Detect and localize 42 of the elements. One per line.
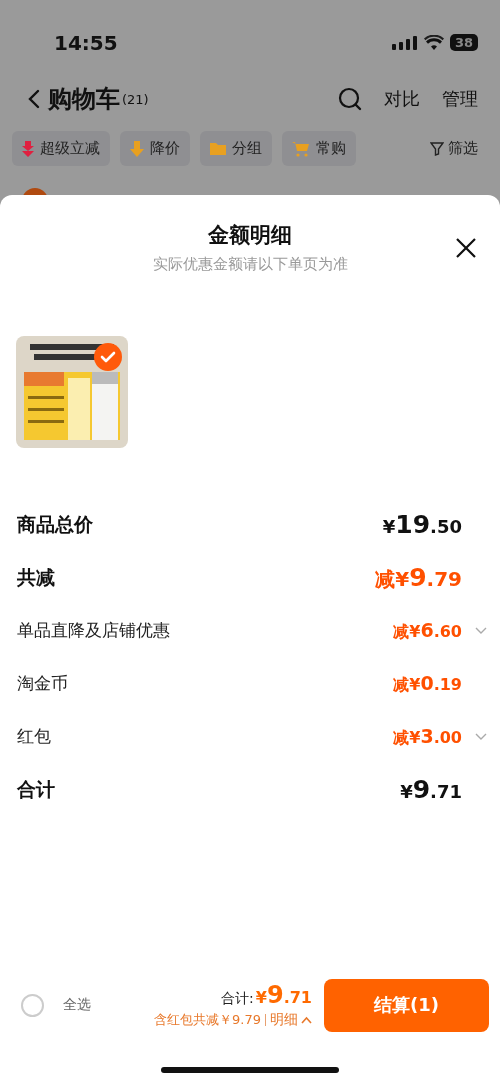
total-label: 合计: (221, 990, 254, 1008)
wifi-icon (423, 35, 444, 50)
page-title: 购物车 (48, 84, 120, 115)
sheet-title: 金额明细 (208, 222, 292, 249)
amount-value: 减¥9.79 (375, 562, 462, 593)
status-time: 14:55 (54, 30, 119, 55)
amount-value: ¥19.50 (382, 510, 462, 539)
select-all-label[interactable]: 全选 (63, 996, 91, 1014)
arrow-down-icon (22, 140, 34, 157)
row-label: 合计 (17, 776, 55, 802)
row-label: 红包 (17, 725, 51, 748)
signal-icon (391, 35, 418, 50)
amount-value: ¥9.71 (400, 775, 462, 804)
filter-button[interactable]: 筛选 (430, 139, 478, 158)
total-amount: ¥9.71 (255, 981, 312, 1009)
filter-chip[interactable]: 常购 (282, 131, 356, 166)
amount-value: 减¥0.19 (393, 671, 462, 696)
amount-value: 减¥3.00 (393, 724, 462, 749)
item-count: (21) (122, 91, 149, 107)
search-icon[interactable] (338, 87, 362, 111)
select-all-checkbox[interactable] (21, 993, 44, 1017)
battery-indicator: 38 (449, 34, 478, 51)
detail-link[interactable]: 明细 (270, 1011, 312, 1029)
row-label: 单品直降及店铺优惠 (17, 619, 170, 642)
arrow-down-icon (130, 140, 144, 157)
amount-value: 减¥6.60 (393, 618, 462, 643)
row-label: 共减 (17, 564, 55, 590)
close-icon[interactable] (455, 237, 477, 259)
row-label: 商品总价 (17, 511, 93, 537)
filter-icon (430, 141, 444, 156)
checkout-button[interactable]: 结算(1) (324, 978, 489, 1032)
discount-note: 含红包共减￥9.79 (154, 1011, 261, 1029)
row-label: 淘金币 (17, 672, 68, 695)
filter-chip[interactable]: 超级立减 (12, 131, 110, 166)
filter-chip[interactable]: 降价 (120, 131, 190, 166)
filter-chip[interactable]: 分组 (200, 131, 272, 166)
folder-icon (210, 142, 226, 155)
sheet-subtitle: 实际优惠金额请以下单页为准 (152, 255, 348, 274)
header-action[interactable]: 管理 (432, 87, 478, 111)
header-action[interactable]: 对比 (374, 87, 420, 111)
cart-icon (292, 140, 310, 157)
back-icon[interactable] (28, 89, 40, 109)
